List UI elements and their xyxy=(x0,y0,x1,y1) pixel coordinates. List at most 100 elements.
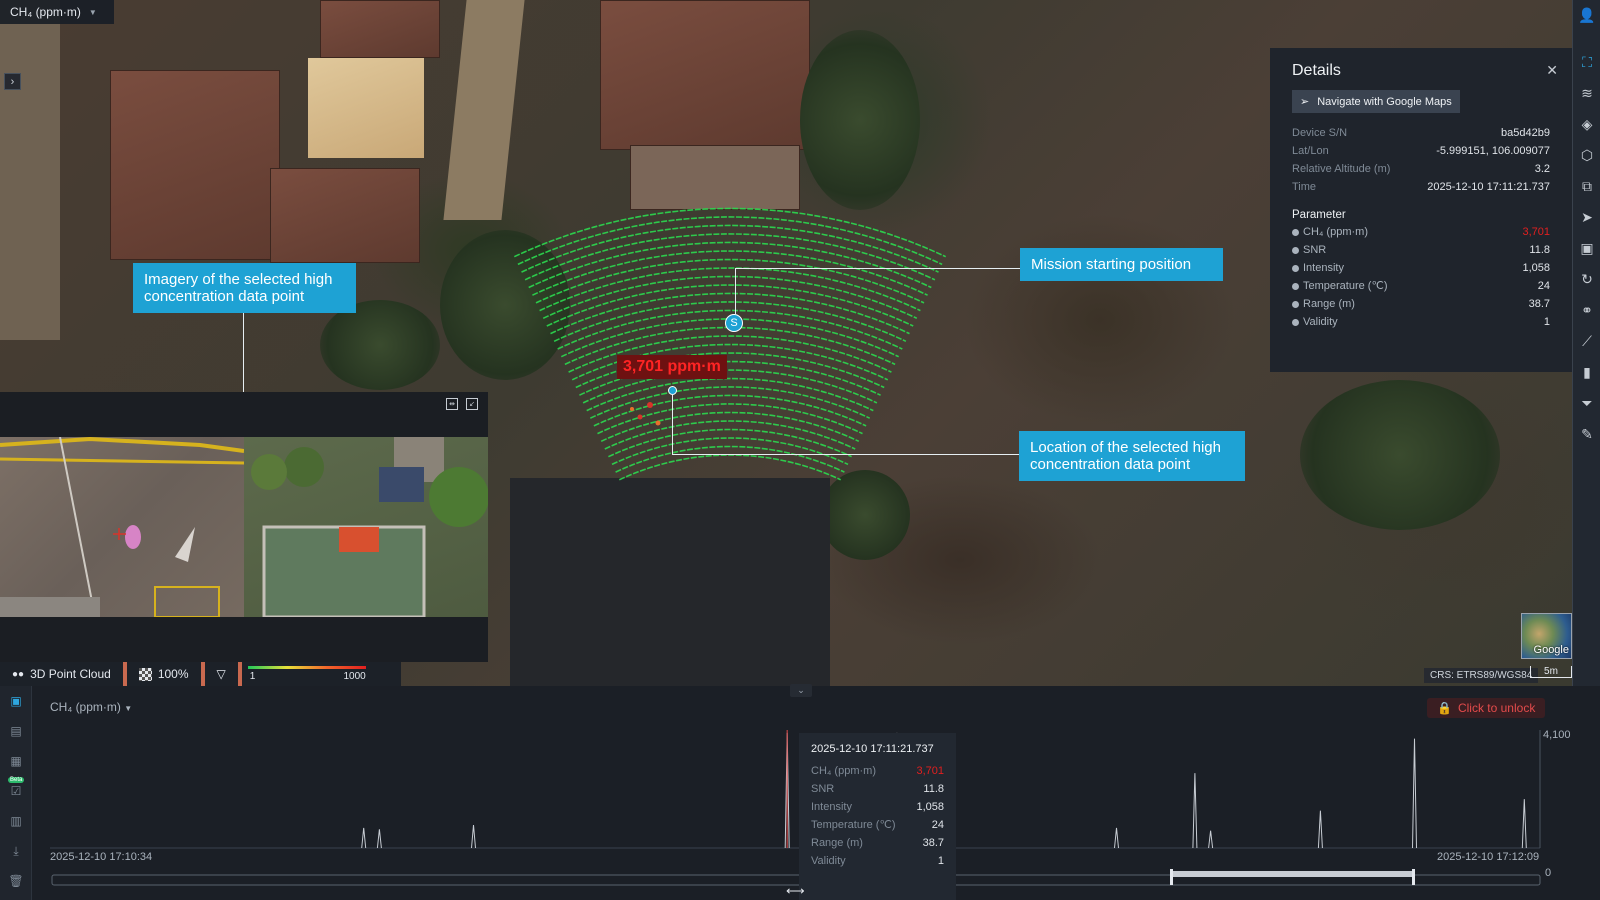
tooltip-key: Range (m) xyxy=(811,837,863,849)
pan-arrows-icon[interactable]: ⟷ xyxy=(786,883,805,899)
scrubber-handle-right[interactable] xyxy=(1412,869,1415,885)
timeline-panel: ⌄ ▣ ▤ ▦ ☑ ▥ ⤓ 🗑 Beta CH₄ (ppm·m) ▼ 🔒 Cli… xyxy=(0,684,1600,900)
detail-row: Time 2025-12-10 17:11:21.737 xyxy=(1292,181,1550,194)
expand-panel-button[interactable]: › xyxy=(4,73,21,90)
detail-key: Lat/Lon xyxy=(1292,145,1329,157)
parameter-row: Temperature (℃) 24 xyxy=(1292,280,1550,293)
building-roof xyxy=(320,0,440,58)
chart-peak xyxy=(1317,810,1323,849)
parameter-key: Temperature (℃) xyxy=(1303,280,1388,292)
tooltip-row: SNR 11.8 xyxy=(811,783,944,796)
share-icon[interactable]: ⚭ xyxy=(1573,295,1600,326)
basemap-switcher[interactable]: Google xyxy=(1521,613,1572,659)
collapse-icon[interactable]: ↙ xyxy=(466,398,478,410)
callout-leader xyxy=(672,454,1019,455)
wind-icon[interactable]: ≋ xyxy=(1573,78,1600,109)
callout-imagery: Imagery of the selected high concentrati… xyxy=(133,263,356,313)
parameter-value: 1,058 xyxy=(1522,262,1550,274)
details-title: Details xyxy=(1292,62,1341,79)
trend-icon[interactable]: ⟋ xyxy=(1573,326,1600,357)
callout-leader xyxy=(672,394,673,454)
tooltip-key: Intensity xyxy=(811,801,852,813)
opacity-control[interactable]: 100% xyxy=(127,662,201,686)
road xyxy=(443,0,525,220)
param-dot-icon xyxy=(1292,283,1299,290)
building-roof xyxy=(270,168,420,263)
hot-point xyxy=(630,407,634,411)
layers-icon[interactable]: ◈ xyxy=(1573,109,1600,140)
basemap-label: Google xyxy=(1533,644,1569,656)
parameter-row: Range (m) 38.7 xyxy=(1292,298,1550,311)
navigate-label: Navigate with Google Maps xyxy=(1317,95,1452,108)
stack-icon[interactable]: ⧉ xyxy=(1573,171,1600,202)
tree xyxy=(320,300,440,390)
imagery-thumbnail-closeup[interactable] xyxy=(0,437,244,617)
chart-peak xyxy=(1192,773,1198,849)
tooltip-row: Intensity 1,058 xyxy=(811,801,944,814)
cube-icon[interactable]: ⬡ xyxy=(1573,140,1600,171)
param-dot-icon xyxy=(1292,319,1299,326)
bars-icon[interactable]: ▮ xyxy=(1573,357,1600,388)
parameter-value: 1 xyxy=(1543,316,1550,328)
detail-row: Device S/N ba5d42b9 xyxy=(1292,127,1550,140)
crs-label: CRS: ETRS89/WGS84 xyxy=(1424,668,1539,683)
user-icon[interactable]: 👤 xyxy=(1573,0,1600,31)
color-legend[interactable]: 1 1000 xyxy=(247,665,366,683)
opacity-label: 100% xyxy=(157,667,189,681)
tooltip-row: Temperature (℃) 24 xyxy=(811,819,944,832)
tooltip-key: SNR xyxy=(811,783,835,795)
detail-value: ba5d42b9 xyxy=(1501,127,1550,139)
parameter-value: 38.7 xyxy=(1528,298,1550,310)
tooltip-key: Temperature (℃) xyxy=(811,819,896,831)
navigate-google-maps-button[interactable]: ➢ Navigate with Google Maps xyxy=(1292,90,1460,113)
map-view[interactable]: CH₄ (ppm·m) ▼ › S 3,701 ppm·m Imagery of… xyxy=(0,0,1572,686)
route-icon[interactable]: ↻ xyxy=(1573,264,1600,295)
parameter-value: 24 xyxy=(1537,280,1550,292)
hot-point xyxy=(647,402,653,408)
callout-leader xyxy=(735,268,1020,269)
tooltip-value: 24 xyxy=(931,819,944,831)
layer-dropdown[interactable]: CH₄ (ppm·m) ▼ xyxy=(0,0,114,24)
scrubber-window[interactable] xyxy=(1172,871,1414,877)
tent-roof xyxy=(308,58,424,158)
detail-row: Relative Altitude (m) 3.2 xyxy=(1292,163,1550,176)
chart-tooltip: 2025-12-10 17:11:21.737 CH₄ (ppm·m) 3,701… xyxy=(799,733,956,900)
parameter-key: SNR xyxy=(1303,244,1327,256)
detail-value: -5.999151, 106.009077 xyxy=(1436,145,1550,157)
legend-gradient xyxy=(247,666,366,669)
callout-mission-start: Mission starting position xyxy=(1020,248,1223,281)
imagery-thumbnail-overview[interactable] xyxy=(244,437,488,617)
checker-icon xyxy=(138,667,152,681)
scale-bar: 5m xyxy=(1530,666,1572,678)
tooltip-value: 1,058 xyxy=(916,801,944,813)
send-icon[interactable]: ➤ xyxy=(1573,202,1600,233)
tree xyxy=(800,30,920,210)
map-toolbar: ●● 3D Point Cloud 100% ▽ 1 1000 xyxy=(0,662,401,686)
close-icon[interactable]: ✕ xyxy=(1546,62,1558,79)
scrubber-handle-left[interactable] xyxy=(1170,869,1173,885)
detail-value: 3.2 xyxy=(1534,163,1550,175)
point-cloud-toggle[interactable]: ●● 3D Point Cloud xyxy=(0,662,123,686)
detail-key: Time xyxy=(1292,181,1317,193)
parameter-value: 3,701 xyxy=(1522,226,1550,238)
tooltip-value: 11.8 xyxy=(923,783,944,795)
y-min-label: 0 xyxy=(1545,867,1552,879)
tooltip-key: Validity xyxy=(811,855,846,867)
filter-button[interactable]: ▽ xyxy=(205,662,238,686)
detail-row: Lat/Lon -5.999151, 106.009077 xyxy=(1292,145,1550,158)
chart-peak xyxy=(361,827,367,849)
ruler-icon[interactable]: ✎ xyxy=(1573,419,1600,450)
tooltip-value: 1 xyxy=(937,855,944,867)
start-marker-label: S xyxy=(725,314,743,332)
tree xyxy=(1300,380,1500,530)
mission-start-marker[interactable]: S xyxy=(725,314,745,338)
filter-icon[interactable]: ⏷ xyxy=(1573,388,1600,419)
road xyxy=(0,0,60,340)
details-panel: Details ✕ ➢ Navigate with Google Maps De… xyxy=(1270,48,1572,372)
send-icon: ➢ xyxy=(1300,96,1310,108)
callout-location: Location of the selected high concentrat… xyxy=(1019,431,1245,481)
square-icon[interactable]: ▣ xyxy=(1573,233,1600,264)
fit-icon[interactable]: ⇹ xyxy=(446,398,458,410)
frame-icon[interactable]: ⛶ xyxy=(1573,47,1600,78)
chart-peak xyxy=(1412,738,1417,849)
